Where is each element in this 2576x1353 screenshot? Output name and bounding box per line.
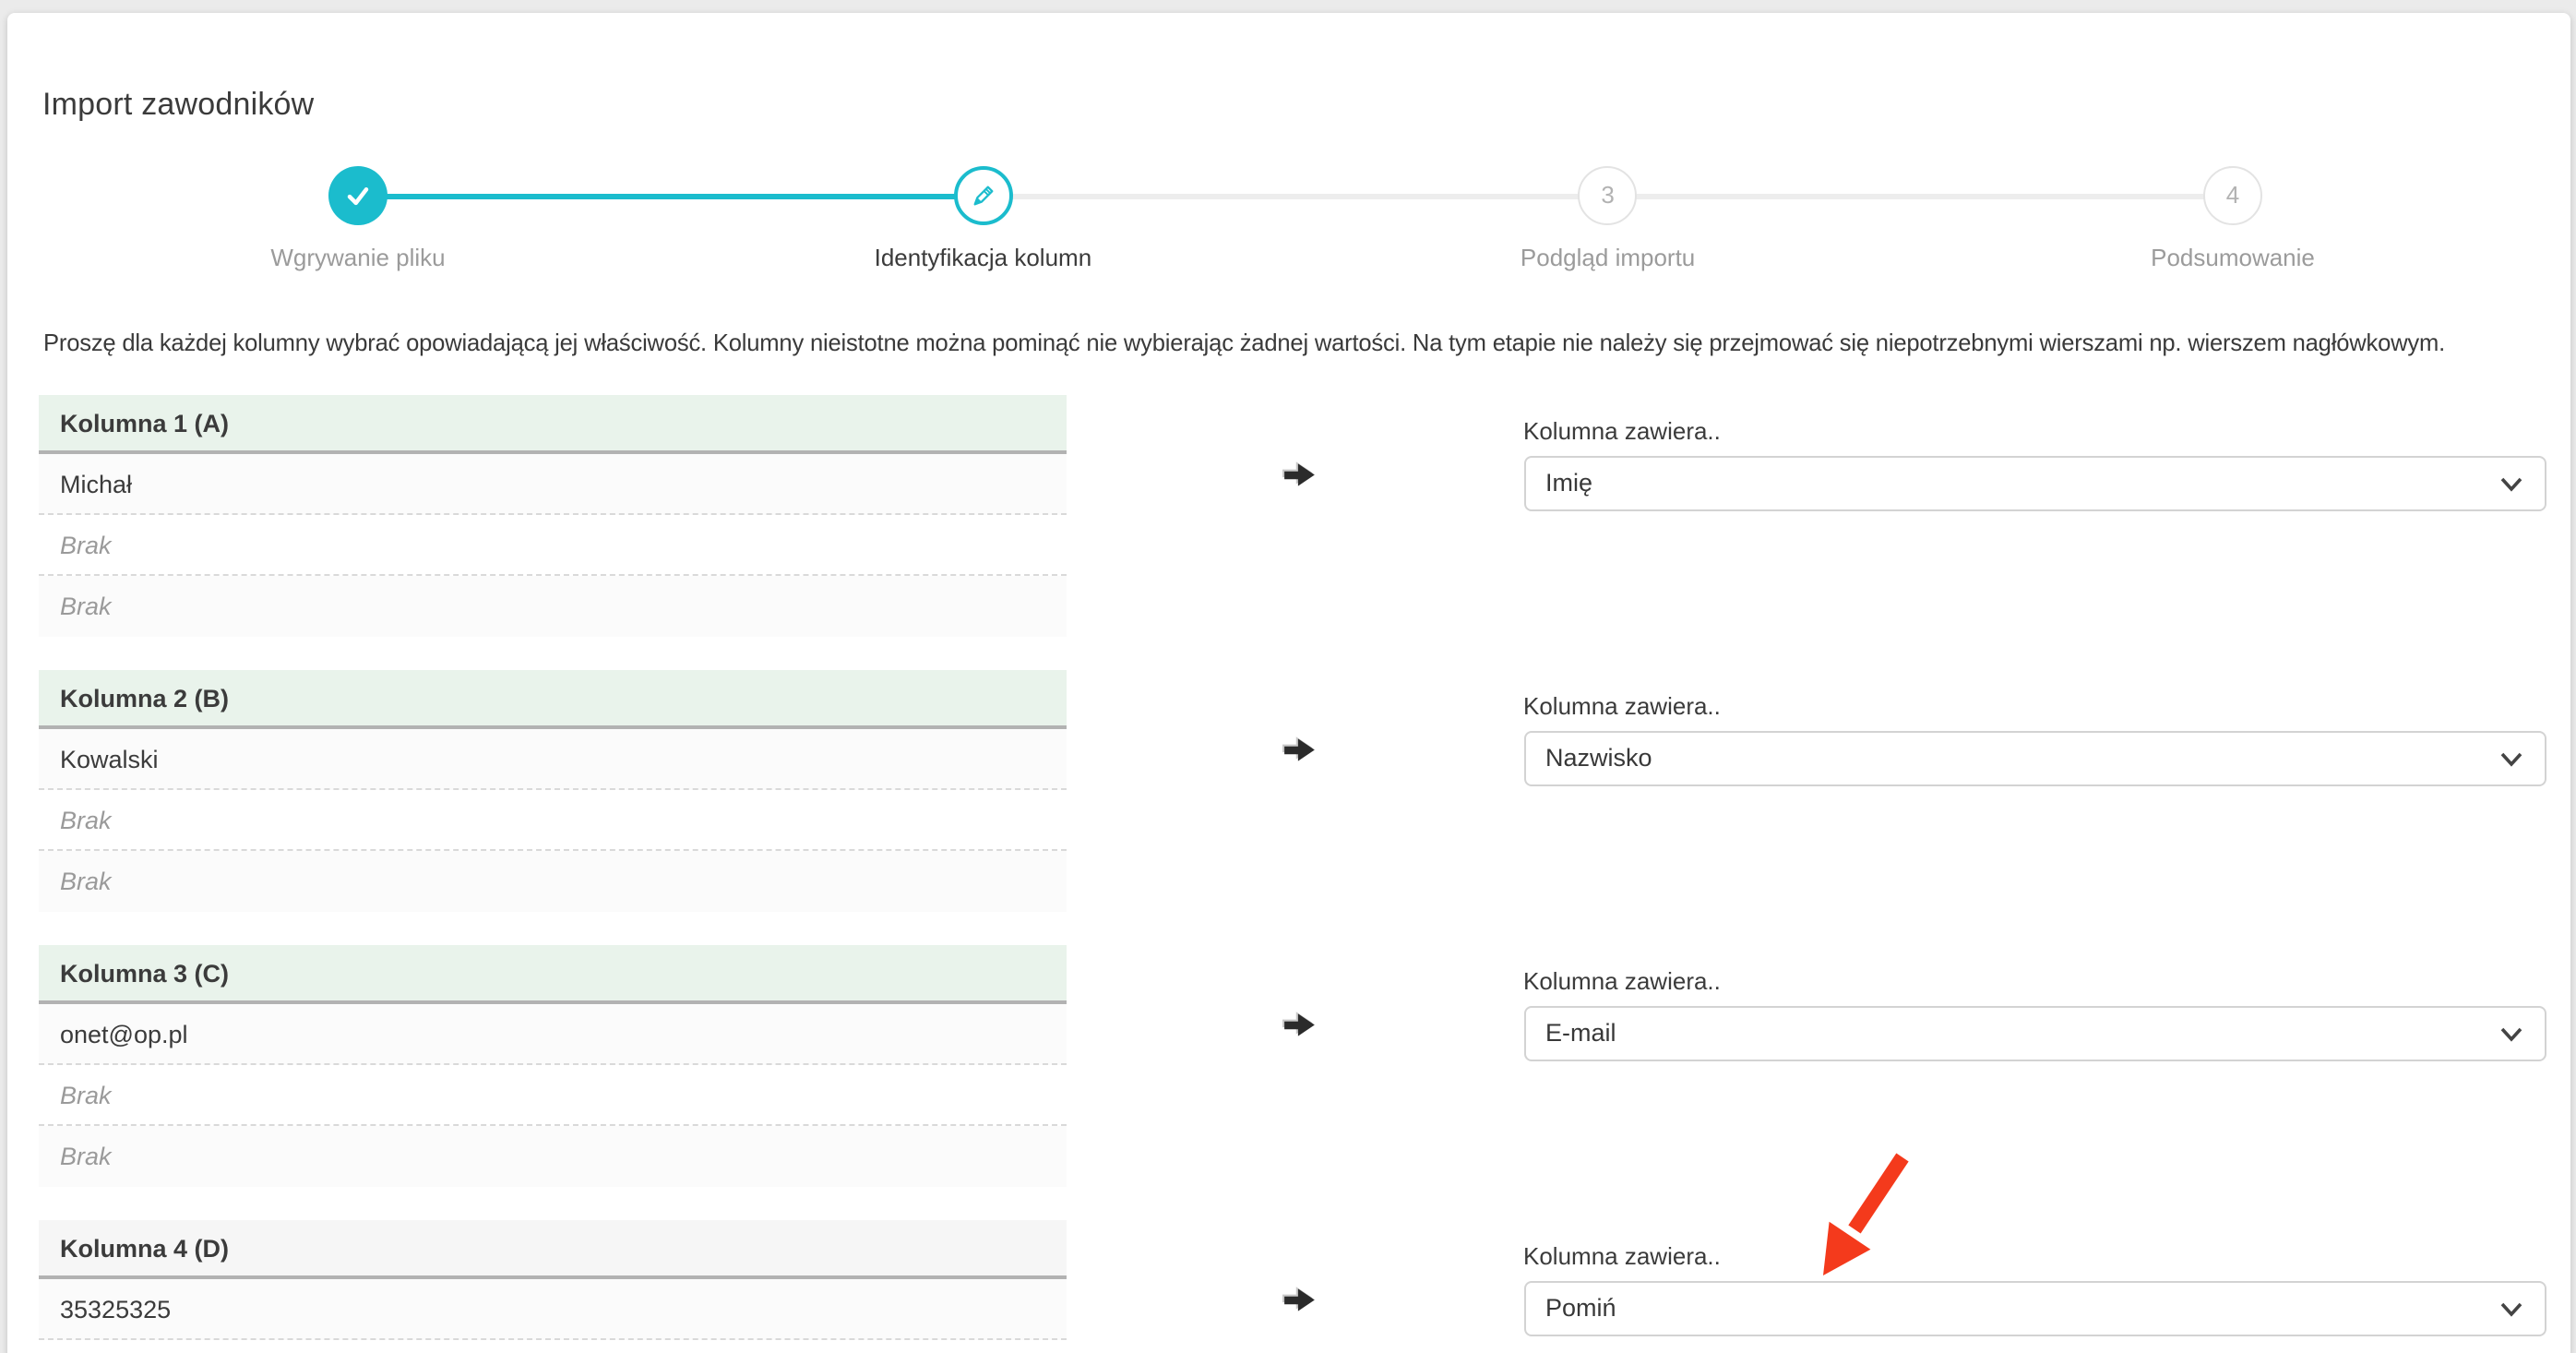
table-row: Brak: [38, 1125, 1067, 1186]
table-row: Kowalski: [38, 728, 1067, 789]
table-row: 35325325: [38, 1278, 1067, 1339]
stepper-connector-done: [358, 193, 984, 198]
column-1-mapping: Kolumna zawiera.. Imię: [1523, 416, 2546, 511]
mapping-label: Kolumna zawiera..: [1523, 1241, 2546, 1269]
table-row: Brak: [38, 850, 1067, 911]
selected-option: Imię: [1545, 458, 1592, 509]
table-row: Brak: [38, 514, 1067, 575]
column-block-1: Kolumna 1 (A) Michał Brak Brak Kolumna z…: [7, 394, 2570, 636]
column-2-mapping-select[interactable]: Nazwisko: [1523, 731, 2546, 786]
wizard-stepper: Wgrywanie pliku Identyfikacja kolumn 3 P…: [7, 13, 2570, 290]
chevron-down-icon: [2500, 1301, 2522, 1318]
chevron-down-icon: [2500, 476, 2522, 493]
check-icon: [341, 178, 375, 211]
chevron-down-icon: [2500, 1026, 2522, 1043]
column-header: Kolumna 4 (D): [38, 1219, 1067, 1278]
selected-option: Pomiń: [1545, 1283, 1616, 1335]
table-row: Brak: [38, 789, 1067, 850]
step-4-label: Podsumowanie: [2151, 244, 2315, 271]
chevron-down-icon: [2500, 751, 2522, 768]
arrow-right-icon: [1282, 459, 1318, 490]
column-1-preview-table: Kolumna 1 (A) Michał Brak Brak: [38, 394, 1067, 636]
arrow-right-icon: [1282, 734, 1318, 765]
column-block-3: Kolumna 3 (C) onet@op.pl Brak Brak Kolum…: [7, 944, 2570, 1186]
table-row: onet@op.pl: [38, 1003, 1067, 1064]
stepper-connector: [1607, 193, 2233, 198]
step-4-number: 4: [2226, 181, 2239, 209]
selected-option: Nazwisko: [1545, 733, 1652, 784]
column-2-preview-table: Kolumna 2 (B) Kowalski Brak Brak: [38, 669, 1067, 911]
page-background: Import zawodników Wgrywanie pliku I: [0, 0, 2576, 1353]
column-3-mapping: Kolumna zawiera.. E-mail: [1523, 966, 2546, 1061]
step-3-circle[interactable]: 3: [1579, 165, 1638, 224]
table-row: Brak: [38, 575, 1067, 636]
instruction-text: Proszę dla każdej kolumny wybrać opowiad…: [43, 329, 2553, 356]
arrow-right-icon: [1282, 1284, 1318, 1315]
selected-option: E-mail: [1545, 1008, 1616, 1060]
column-header: Kolumna 3 (C): [38, 944, 1067, 1003]
step-3-number: 3: [1601, 181, 1614, 209]
import-card: Import zawodników Wgrywanie pliku I: [7, 13, 2570, 1353]
column-header: Kolumna 2 (B): [38, 669, 1067, 728]
column-4-mapping-select[interactable]: Pomiń: [1523, 1281, 2546, 1336]
step-1-label: Wgrywanie pliku: [270, 244, 445, 271]
red-arrow-annotation: [1757, 1115, 1941, 1290]
table-row: Michał: [38, 453, 1067, 514]
step-3-label: Podgląd importu: [1521, 244, 1695, 271]
column-4-mapping: Kolumna zawiera.. Pomiń: [1523, 1241, 2546, 1336]
column-block-2: Kolumna 2 (B) Kowalski Brak Brak Kolumna…: [7, 669, 2570, 911]
mapping-label: Kolumna zawiera..: [1523, 416, 2546, 444]
arrow-right-icon: [1282, 1009, 1318, 1040]
column-3-mapping-select[interactable]: E-mail: [1523, 1006, 2546, 1061]
step-2-label: Identyfikacja kolumn: [875, 244, 1092, 271]
step-4-circle[interactable]: 4: [2203, 165, 2262, 224]
pencil-icon: [968, 180, 997, 210]
mapping-label: Kolumna zawiera..: [1523, 691, 2546, 719]
step-2-circle[interactable]: [953, 165, 1012, 224]
mapping-label: Kolumna zawiera..: [1523, 966, 2546, 994]
column-4-preview-table: Kolumna 4 (D) 35325325 Brak: [38, 1219, 1067, 1353]
table-row: Brak: [38, 1064, 1067, 1125]
column-1-mapping-select[interactable]: Imię: [1523, 456, 2546, 511]
column-2-mapping: Kolumna zawiera.. Nazwisko: [1523, 691, 2546, 786]
stepper-connector: [984, 193, 1607, 198]
column-header: Kolumna 1 (A): [38, 394, 1067, 453]
column-3-preview-table: Kolumna 3 (C) onet@op.pl Brak Brak: [38, 944, 1067, 1186]
step-1-circle[interactable]: [328, 165, 388, 224]
table-row: Brak: [38, 1339, 1067, 1353]
column-block-4: Kolumna 4 (D) 35325325 Brak Kolumna zawi…: [7, 1219, 2570, 1353]
